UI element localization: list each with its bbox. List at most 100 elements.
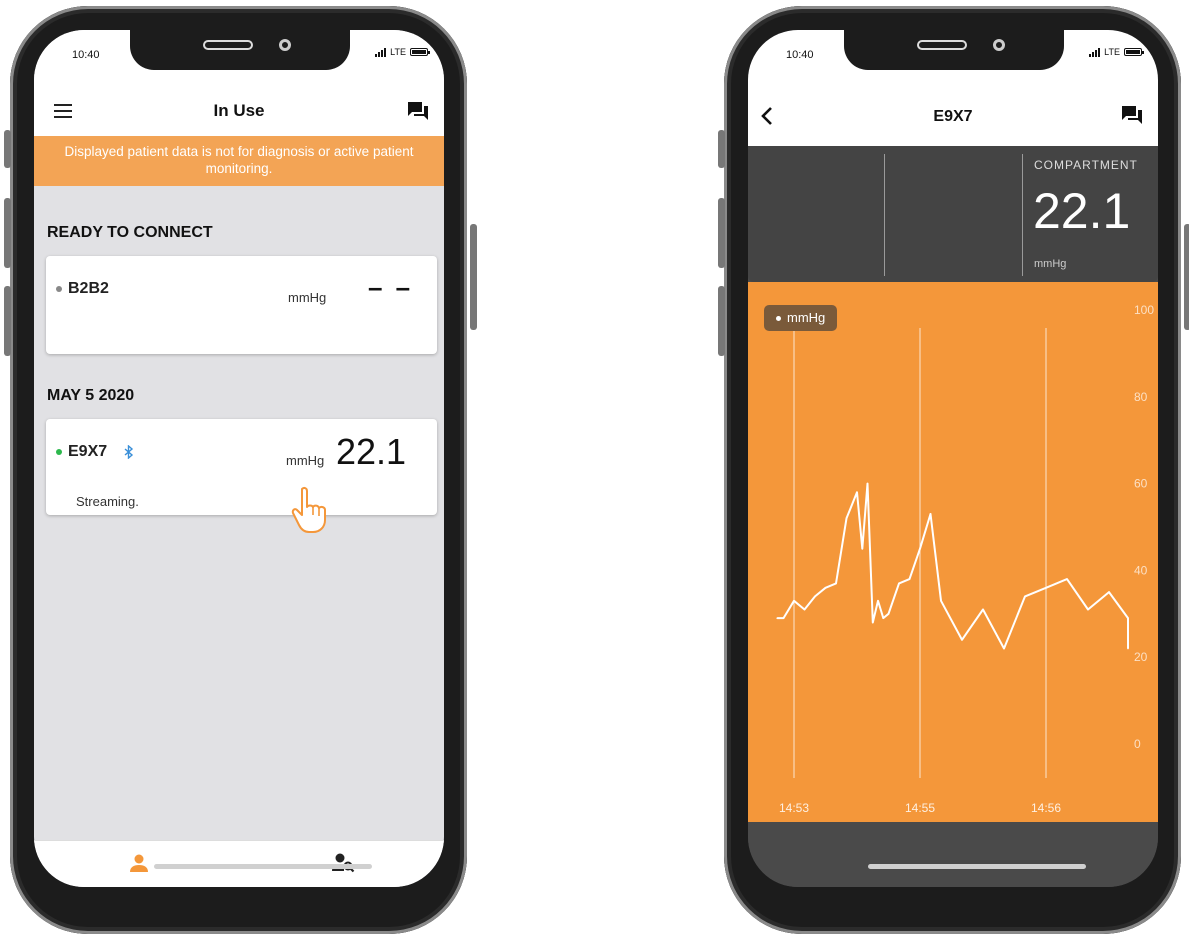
data-point <box>908 578 911 580</box>
device-card-b2b2[interactable]: B2B2 mmHg – – <box>46 256 437 354</box>
data-point <box>940 599 942 602</box>
notch <box>844 30 1064 70</box>
person-search-icon[interactable] <box>332 853 356 873</box>
data-point <box>1045 586 1047 589</box>
status-indicators: LTE <box>375 47 430 57</box>
speaker <box>917 40 967 50</box>
screen-left: 10:40 LTE In Use Displayed patient data … <box>34 30 444 887</box>
volume-down-button <box>4 286 11 356</box>
series-line <box>777 482 1129 650</box>
page-title: In Use <box>213 101 265 120</box>
section-date: MAY 5 2020 <box>47 387 135 404</box>
data-point <box>814 595 816 598</box>
data-point <box>776 617 778 619</box>
volume-up-button <box>718 198 725 268</box>
home-indicator[interactable] <box>868 864 1086 869</box>
data-point <box>898 582 900 585</box>
status-dot <box>56 448 62 455</box>
phone-frame-right: 10:40 LTE E9X7 COMPARTMENT 22.1 mmHg 14:… <box>718 6 1189 934</box>
pressure-value: 22.1 <box>336 431 407 472</box>
network-label: LTE <box>1104 47 1120 57</box>
y-tick-label: 80 <box>1134 390 1148 404</box>
legend-label: mmHg <box>787 310 826 325</box>
metric-divider <box>884 154 885 276</box>
power-button <box>470 224 477 330</box>
compartment-unit: mmHg <box>1034 258 1067 270</box>
chart-svg: 14:53 14:55 14:56 0 20 40 60 80 100 <box>776 303 1154 815</box>
compartment-label: COMPARTMENT <box>1034 158 1138 172</box>
data-point <box>961 639 963 641</box>
data-point <box>871 621 874 624</box>
volume-down-button <box>718 286 725 356</box>
metric-divider <box>1022 154 1023 276</box>
data-point <box>1127 617 1129 619</box>
home-indicator[interactable] <box>154 864 372 869</box>
data-point <box>856 491 858 494</box>
data-point <box>824 586 827 589</box>
data-point <box>982 608 984 611</box>
legend-dot <box>776 316 781 322</box>
mute-switch <box>718 130 725 168</box>
connection-status: Streaming. <box>76 494 139 509</box>
camera <box>993 39 1005 51</box>
y-tick-label: 100 <box>1134 303 1154 317</box>
device-card-e9x7[interactable]: E9X7 mmHg 22.1 Streaming. <box>46 419 437 533</box>
battery-icon <box>410 48 430 56</box>
data-point <box>835 582 837 585</box>
device-name: B2B2 <box>56 280 109 298</box>
x-tick-label: 14:53 <box>779 801 809 815</box>
volume-up-button <box>4 198 11 268</box>
disclaimer-banner: Displayed patient data is not for diagno… <box>34 136 444 186</box>
device-name: E9X7 <box>56 443 134 461</box>
section-ready-to-connect: READY TO CONNECT <box>47 224 213 241</box>
data-point <box>877 599 879 602</box>
person-icon[interactable] <box>129 853 149 873</box>
chat-icon[interactable] <box>1122 106 1142 124</box>
status-dot <box>56 285 62 292</box>
camera <box>279 39 291 51</box>
data-point <box>1024 595 1026 598</box>
device-title: E9X7 <box>933 108 973 125</box>
data-point <box>919 547 921 550</box>
data-point <box>782 617 785 619</box>
x-tick-label: 14:56 <box>1031 801 1061 815</box>
data-point <box>929 513 932 515</box>
network-label: LTE <box>390 47 406 57</box>
status-time: 10:40 <box>786 49 814 61</box>
app-bar: E9X7 <box>748 86 1158 146</box>
y-tick-label: 40 <box>1134 563 1148 577</box>
x-tick-label: 14:55 <box>905 801 935 815</box>
speaker <box>203 40 253 50</box>
unit-label: mmHg <box>288 290 327 305</box>
compartment-value: 22.1 <box>1033 183 1131 239</box>
signal-icon <box>375 47 387 57</box>
data-point <box>1108 591 1110 593</box>
battery-icon <box>1124 48 1144 56</box>
status-indicators: LTE <box>1089 47 1144 57</box>
notch <box>130 30 350 70</box>
y-tick-label: 20 <box>1134 650 1148 664</box>
mute-switch <box>4 130 11 168</box>
app-bar: In Use <box>34 86 444 136</box>
data-point <box>866 482 869 485</box>
metrics-panel: COMPARTMENT 22.1 mmHg <box>748 146 1158 282</box>
signal-icon <box>1089 47 1101 57</box>
legend-chip: mmHg <box>764 305 838 331</box>
unit-label: mmHg <box>286 453 325 468</box>
data-point <box>861 547 864 550</box>
bluetooth-icon <box>124 444 133 459</box>
tap-hand-icon <box>291 486 326 533</box>
pressure-value: – – <box>368 272 414 302</box>
data-point <box>882 617 885 619</box>
phone-frame-left: 10:40 LTE In Use Displayed patient data … <box>4 6 477 934</box>
power-button <box>1184 224 1189 330</box>
data-point <box>1127 647 1129 650</box>
pressure-chart[interactable]: 14:53 14:55 14:56 0 20 40 60 80 100 mmHg <box>748 282 1158 822</box>
bottom-panel <box>748 822 1158 887</box>
data-point <box>803 608 806 611</box>
data-point <box>845 517 848 520</box>
y-tick-label: 0 <box>1134 737 1141 751</box>
y-tick-label: 60 <box>1134 477 1148 491</box>
data-point <box>1087 608 1089 611</box>
chat-icon[interactable] <box>408 102 428 120</box>
